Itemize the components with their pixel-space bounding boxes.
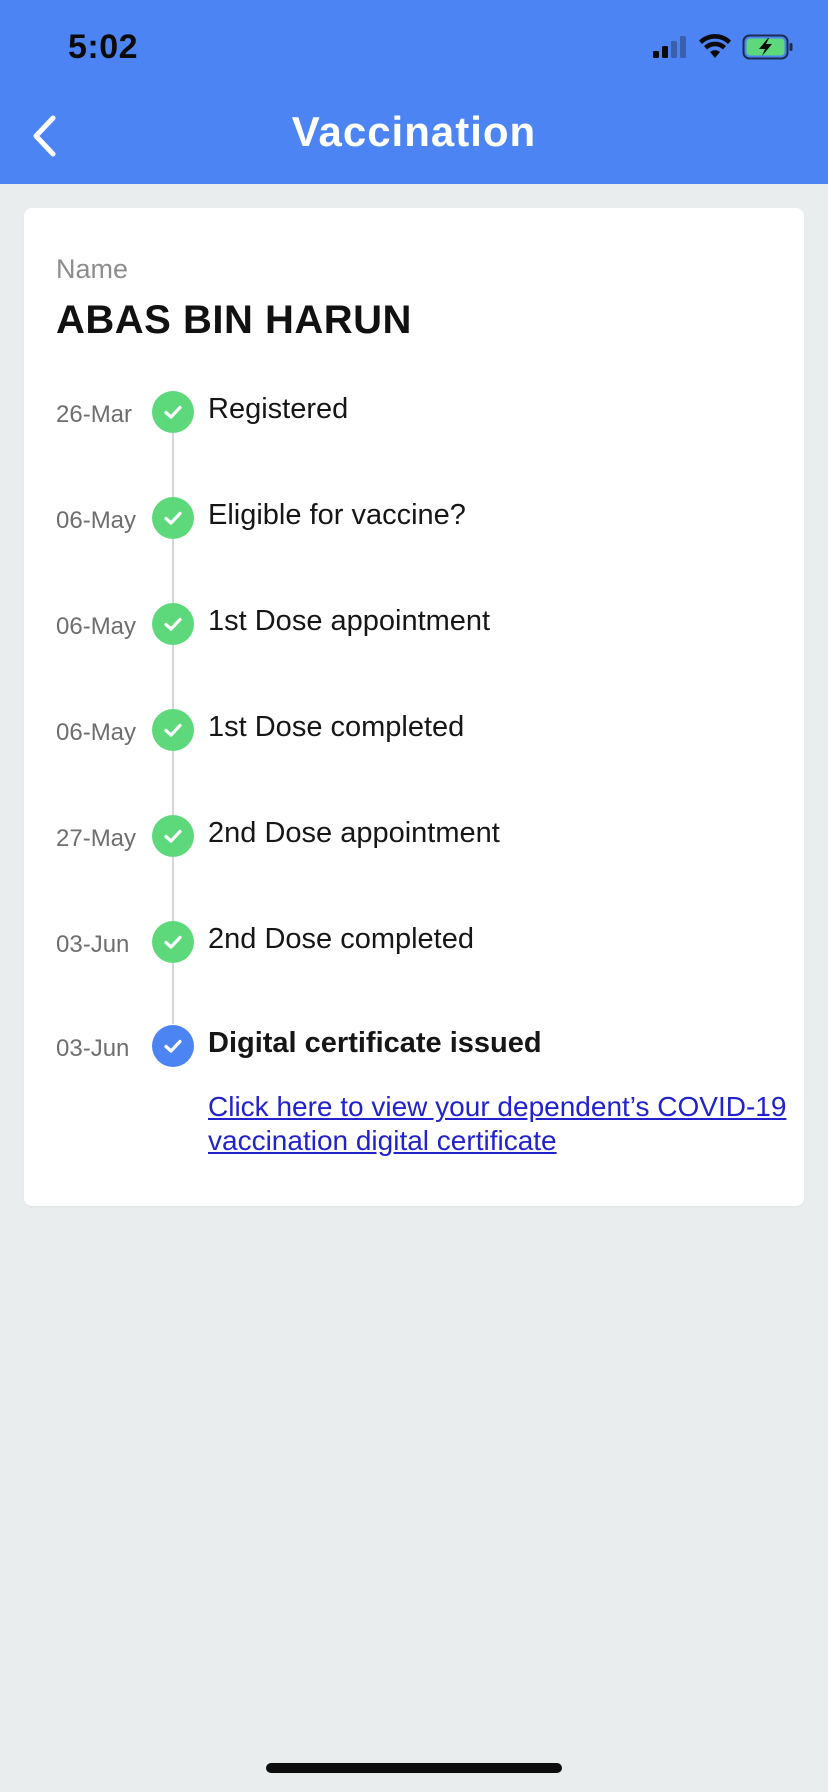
timeline-item: 06-May Eligible for vaccine? [24,495,804,545]
timeline-date: 06-May [56,613,137,640]
check-icon [152,921,194,963]
check-icon [152,603,194,645]
status-icons [652,34,794,65]
name-value: ABAS BIN HARUN [56,298,412,342]
timeline-date: 06-May [56,507,137,534]
timeline-date: 27-May [56,825,137,852]
timeline-label: Digital certificate issued [208,1027,542,1059]
timeline-label: Eligible for vaccine? [208,499,466,531]
timeline-item: 06-May 1st Dose completed [24,707,804,757]
timeline-label: 2nd Dose appointment [208,817,500,849]
check-icon [152,1025,194,1067]
timeline-date: 03-Jun [56,1035,130,1062]
timeline-date: 06-May [56,719,137,746]
signal-icon [652,35,688,64]
timeline-label: 1st Dose completed [208,711,465,743]
timeline-item: 03-Jun 2nd Dose completed [24,919,804,969]
timeline-label: 1st Dose appointment [208,605,491,637]
check-icon [152,709,194,751]
vaccination-card: Name ABAS BIN HARUN 26-Mar Registered 06… [24,208,804,1206]
timeline-date: 26-Mar [56,401,133,428]
check-icon [152,497,194,539]
app-header: 5:02 Vaccination [0,0,828,184]
page-title: Vaccination [291,108,537,155]
view-certificate-link[interactable]: Click here to view your dependent’s COVI… [208,1090,788,1158]
check-icon [152,815,194,857]
timeline-item: 26-Mar Registered [24,389,804,439]
timeline-label: Registered [208,393,349,425]
wifi-icon [698,34,732,65]
name-label: Name [56,254,129,284]
home-indicator [266,1763,562,1773]
timeline-item-current: 03-Jun Digital certificate issued [24,1023,804,1073]
status-time: 5:02 [68,28,139,66]
timeline-item: 27-May 2nd Dose appointment [24,813,804,863]
timeline-item: 06-May 1st Dose appointment [24,601,804,651]
battery-charging-icon [742,34,794,65]
timeline-label: 2nd Dose completed [208,923,474,955]
timeline-date: 03-Jun [56,931,130,958]
check-icon [152,391,194,433]
